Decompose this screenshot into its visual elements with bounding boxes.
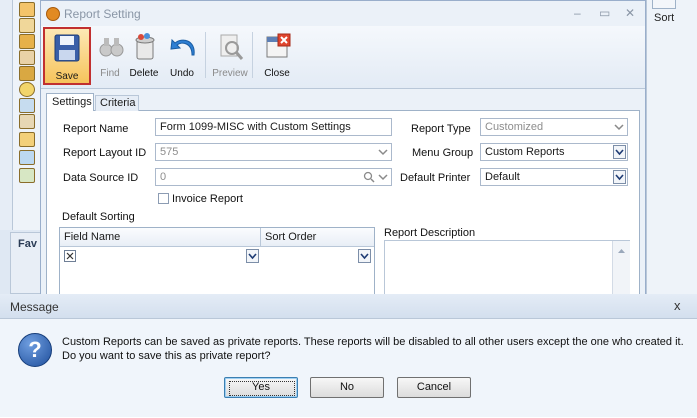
- undo-label: Undo: [170, 68, 194, 79]
- favorites-label: Fav: [18, 238, 37, 250]
- maximize-button[interactable]: ▭: [599, 6, 610, 20]
- default-printer-combo[interactable]: Default: [480, 168, 628, 186]
- column-divider: [260, 228, 261, 246]
- report-name-label: Report Name: [63, 123, 129, 135]
- dialog-message-line2: Do you want to save this as private repo…: [62, 350, 271, 362]
- coins-icon[interactable]: [19, 50, 35, 65]
- chevron-down-icon[interactable]: [378, 147, 388, 157]
- chevron-down-icon[interactable]: [613, 170, 626, 184]
- save-button[interactable]: Save: [43, 27, 91, 85]
- invoice-report-checkbox[interactable]: [158, 193, 169, 204]
- invoice-report-label: Invoice Report: [172, 193, 243, 205]
- app-icon: [46, 7, 60, 21]
- list-icon[interactable]: [19, 98, 35, 113]
- yes-button[interactable]: Yes: [224, 377, 298, 398]
- undo-arrow-icon: [170, 38, 195, 56]
- search-icon[interactable]: [363, 171, 375, 185]
- report-type-value: Customized: [485, 121, 544, 133]
- focus-ring: [229, 381, 295, 396]
- left-icon-column: [13, 0, 42, 230]
- data-source-id-combo[interactable]: 0: [155, 168, 392, 186]
- cancel-button[interactable]: Cancel: [397, 377, 471, 398]
- default-printer-value: Default: [485, 171, 520, 183]
- sort-button[interactable]: [652, 0, 676, 9]
- close-button[interactable]: Close: [257, 30, 297, 84]
- dialog-message-line1: Custom Reports can be saved as private r…: [62, 336, 684, 348]
- delete-label: Delete: [129, 68, 159, 79]
- chevron-down-icon[interactable]: [378, 172, 388, 182]
- report-layout-id-label: Report Layout ID: [63, 147, 147, 159]
- right-panel: [646, 0, 697, 300]
- preview-icon: [220, 34, 244, 60]
- trash-can-icon: [135, 33, 155, 60]
- window-title: Report Setting: [64, 7, 141, 21]
- data-source-id-label: Data Source ID: [63, 172, 139, 184]
- chevron-down-icon[interactable]: [614, 122, 624, 132]
- column-field-name[interactable]: Field Name: [64, 231, 120, 243]
- delete-row-icon[interactable]: [64, 250, 76, 262]
- menu-group-combo[interactable]: Custom Reports: [480, 143, 628, 161]
- column-sort-order[interactable]: Sort Order: [265, 231, 316, 243]
- toolbar-separator: [252, 32, 253, 78]
- tab-criteria[interactable]: Criteria: [95, 95, 139, 111]
- sheet-icon[interactable]: [19, 168, 35, 183]
- chevron-down-icon[interactable]: [613, 145, 626, 159]
- chevron-down-icon[interactable]: [358, 249, 371, 263]
- no-button[interactable]: No: [310, 377, 384, 398]
- report-layout-id-combo[interactable]: 575: [155, 143, 392, 161]
- left-strip: [0, 0, 13, 230]
- save-label: Save: [55, 71, 79, 82]
- report-description-textarea[interactable]: [384, 240, 630, 298]
- binoculars-icon: [99, 38, 124, 57]
- close-window-button[interactable]: ✕: [625, 6, 635, 20]
- close-document-icon: [266, 33, 291, 58]
- dialog-body: [0, 319, 697, 417]
- scroll-up-icon[interactable]: [613, 245, 630, 257]
- dialog-close-button[interactable]: x: [674, 298, 681, 313]
- preview-label: Preview: [212, 68, 248, 79]
- chevron-down-icon[interactable]: [246, 249, 259, 263]
- report-layout-id-value: 575: [160, 146, 179, 158]
- report-name-field[interactable]: Form 1099-MISC with Custom Settings: [155, 118, 392, 136]
- report-description-label: Report Description: [384, 227, 476, 239]
- calendar-icon[interactable]: [19, 18, 35, 33]
- gear-icon[interactable]: [19, 132, 35, 147]
- toolbar-separator: [205, 32, 206, 78]
- report-type-label: Report Type: [411, 123, 471, 135]
- report-icon[interactable]: [19, 150, 35, 165]
- preview-button[interactable]: Preview: [210, 30, 250, 84]
- menu-icon[interactable]: [19, 2, 35, 17]
- money-icon[interactable]: [19, 66, 35, 81]
- dialog-titlebar[interactable]: [0, 294, 697, 319]
- description-scrollbar[interactable]: [612, 241, 630, 297]
- user-icon[interactable]: [19, 82, 35, 97]
- floppy-disk-icon: [54, 34, 80, 62]
- document-icon[interactable]: [19, 114, 35, 129]
- default-printer-label: Default Printer: [400, 172, 471, 184]
- menu-group-label: Menu Group: [412, 147, 474, 159]
- question-icon: ?: [18, 333, 52, 367]
- undo-button[interactable]: Undo: [162, 30, 202, 84]
- tab-settings[interactable]: Settings: [46, 93, 94, 111]
- book-icon[interactable]: [19, 34, 35, 49]
- sort-order-dropdown[interactable]: [358, 249, 371, 263]
- sort-label[interactable]: Sort: [654, 12, 674, 24]
- menu-group-value: Custom Reports: [485, 146, 565, 158]
- close-label: Close: [264, 68, 290, 79]
- field-name-dropdown[interactable]: [246, 249, 259, 263]
- data-source-id-value: 0: [160, 171, 167, 183]
- dialog-title: Message: [10, 300, 59, 314]
- grid-header: Field Name Sort Order: [60, 228, 374, 247]
- report-type-combo[interactable]: Customized: [480, 118, 628, 136]
- table-row[interactable]: [60, 247, 374, 265]
- delete-button[interactable]: Delete: [124, 30, 164, 84]
- default-sorting-label: Default Sorting: [62, 211, 135, 223]
- minimize-button[interactable]: ‒: [574, 6, 581, 20]
